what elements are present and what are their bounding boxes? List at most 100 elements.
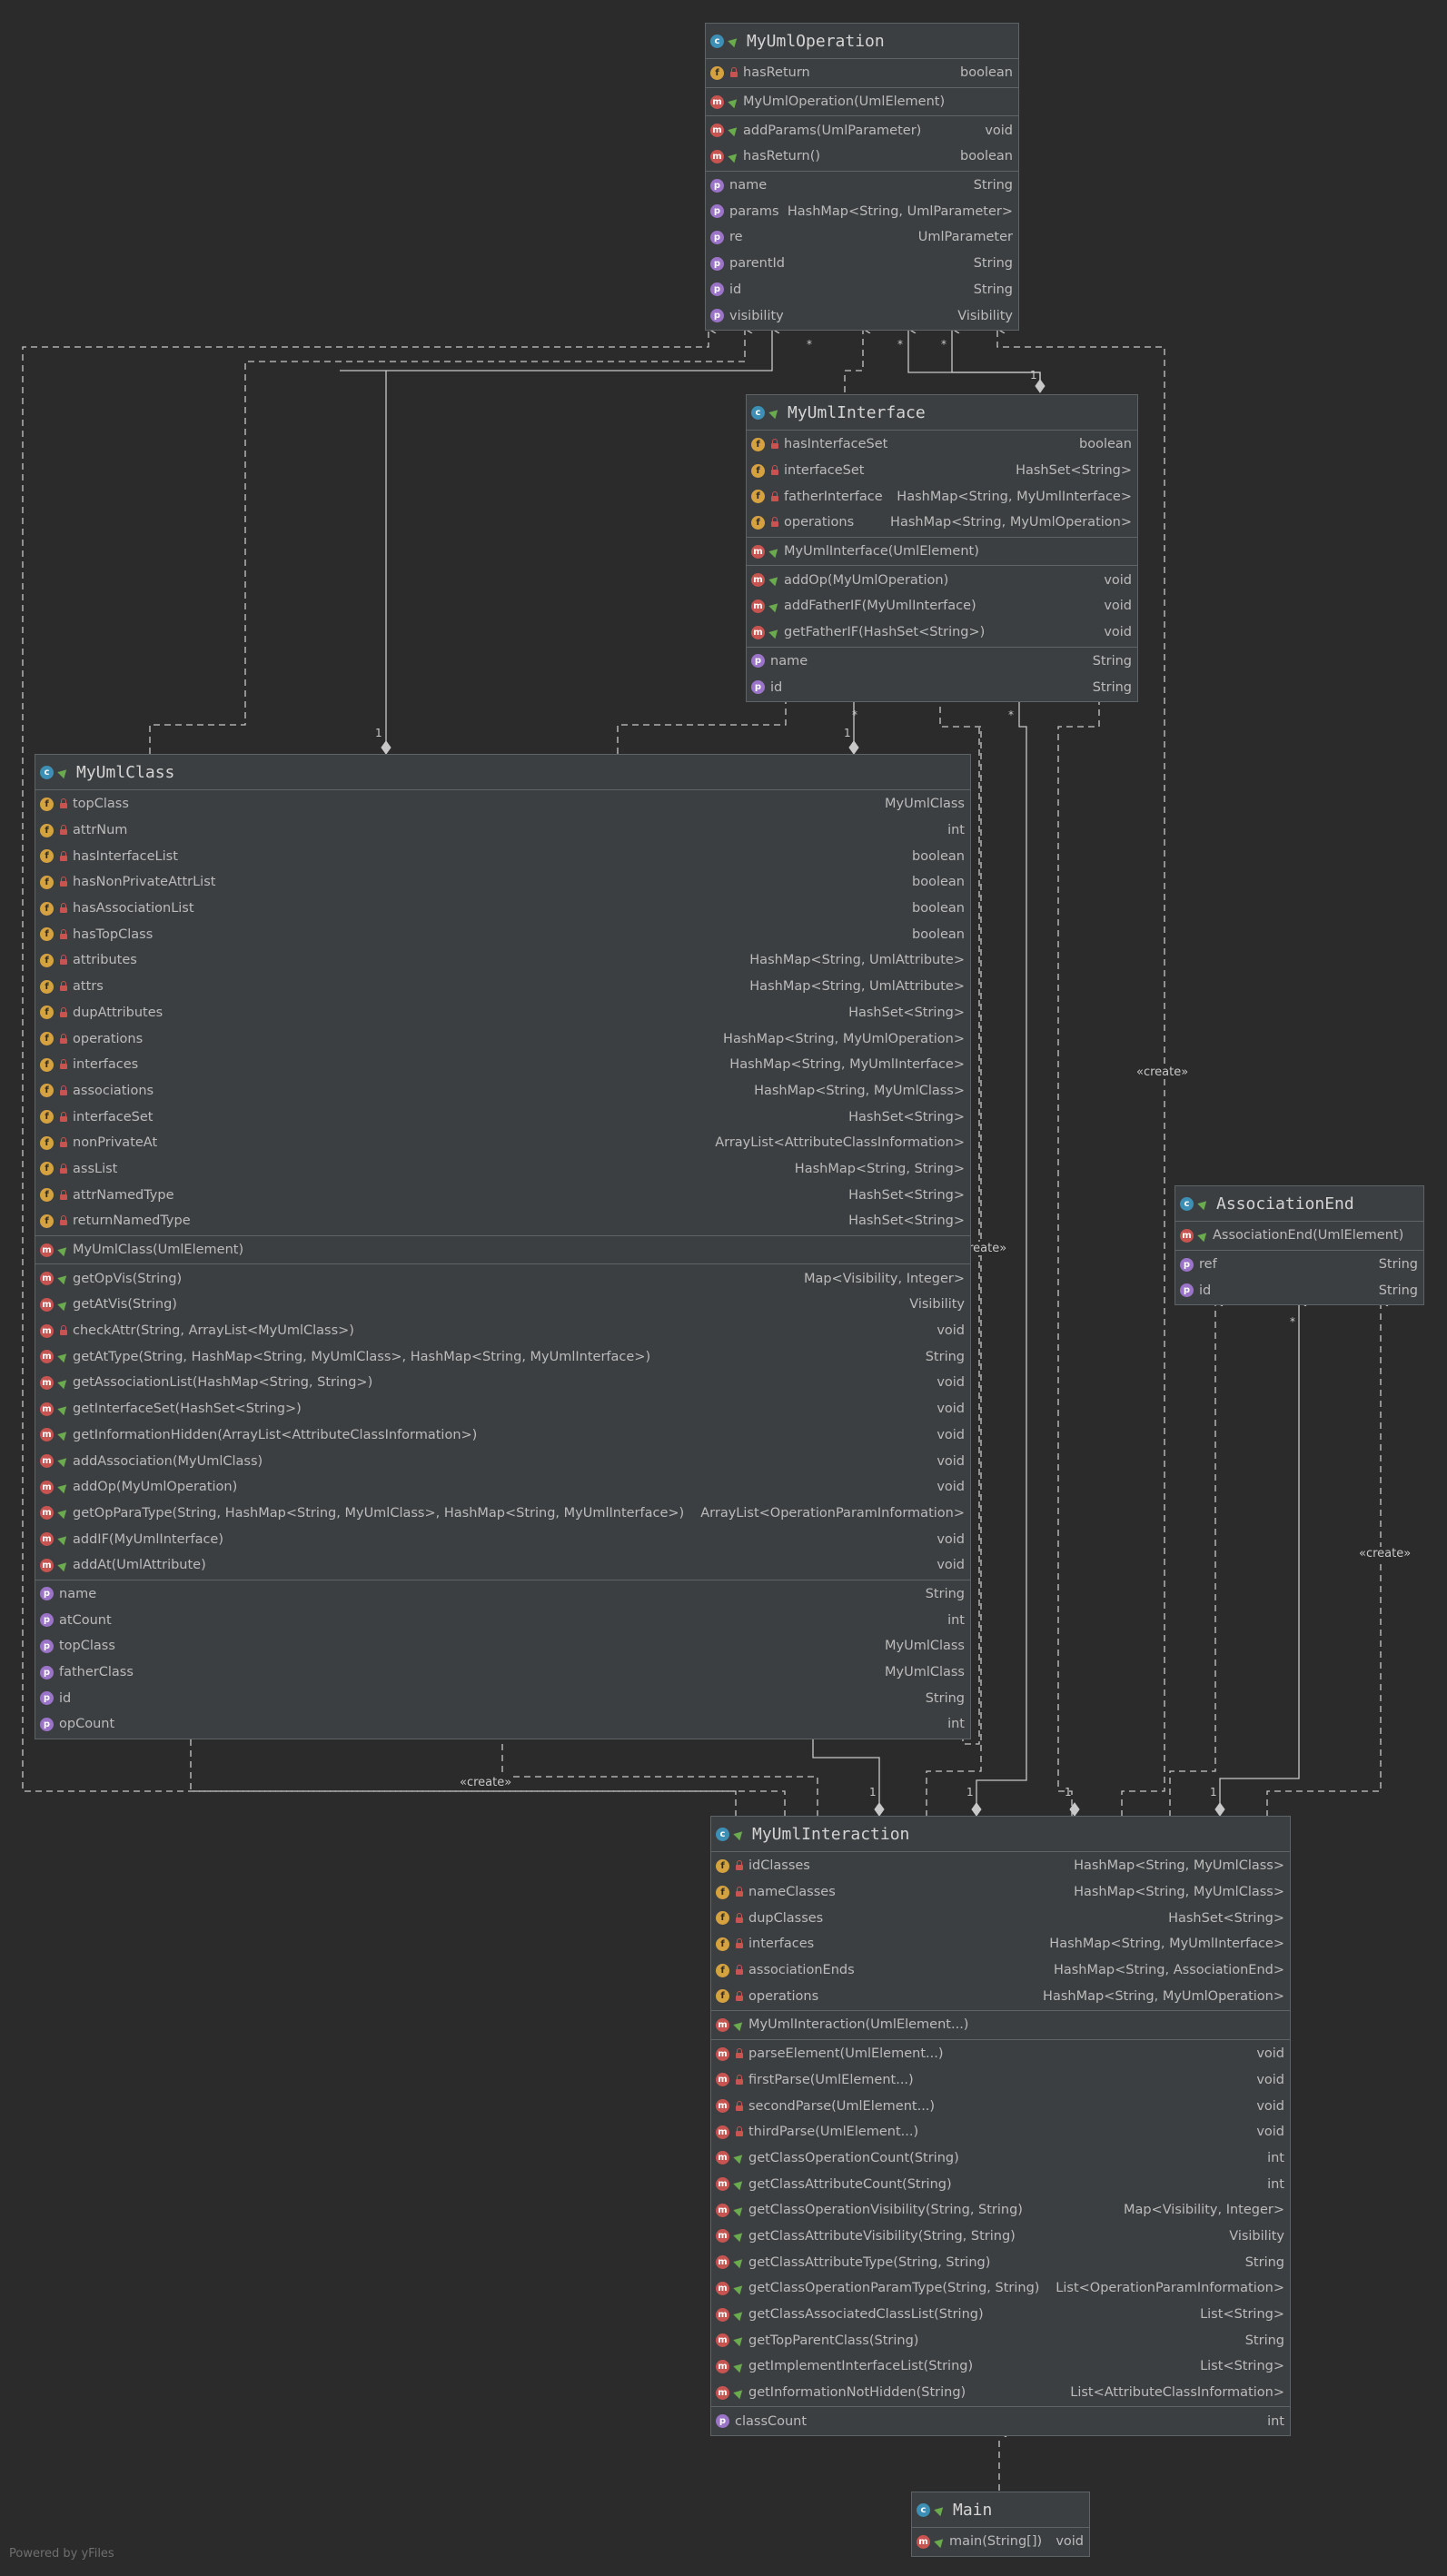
member-row-attributes[interactable]: f attributes HashMap<String, UmlAttribute> xyxy=(35,947,970,974)
member-row-main[interactable]: m main(String[]) void xyxy=(912,2529,1089,2555)
member-row-associationends[interactable]: f associationEnds HashMap<String, Associat… xyxy=(711,1957,1290,1984)
member-row-classcount[interactable]: p classCount int xyxy=(711,2408,1290,2434)
member-row-myumlinteraction[interactable]: m MyUmlInteraction(UmlElement...) xyxy=(711,2012,1290,2038)
member-row-checkattr[interactable]: m checkAttr(String, ArrayList<MyUmlClass>… xyxy=(35,1318,970,1344)
member-row-thirdparse[interactable]: m thirdParse(UmlElement...) void xyxy=(711,2119,1290,2145)
member-row-ref[interactable]: p ref String xyxy=(1175,1252,1423,1278)
class-header[interactable]: c MyUmlInteraction xyxy=(711,1817,1290,1852)
member-name: assList xyxy=(73,1161,118,1176)
member-section: m addParams(UmlParameter) void m hasReturn()… xyxy=(706,116,1018,172)
member-row-getopparatype[interactable]: m getOpParaType(String, HashMap<String, M… xyxy=(35,1501,970,1527)
member-row-interfaces[interactable]: f interfaces HashMap<String, MyUmlInterfac… xyxy=(711,1931,1290,1957)
member-row-params[interactable]: p params HashMap<String, UmlParameter> xyxy=(706,198,1018,224)
class-box-myumlinterface[interactable]: c MyUmlInterface f hasInterfaceSet boolean f i… xyxy=(746,394,1138,702)
member-row-nameclasses[interactable]: f nameClasses HashMap<String, MyUmlClass> xyxy=(711,1879,1290,1906)
member-name: getTopParentClass(String) xyxy=(748,2333,919,2348)
member-row-hasreturn[interactable]: f hasReturn boolean xyxy=(706,60,1018,86)
member-row-nonprivateat[interactable]: f nonPrivateAt ArrayList<AttributeClassInf… xyxy=(35,1130,970,1156)
member-row-interfaceset[interactable]: f interfaceSet HashSet<String> xyxy=(747,458,1137,484)
member-row-returnnamedtype[interactable]: f returnNamedType HashSet<String> xyxy=(35,1208,970,1234)
member-row-atcount[interactable]: p atCount int xyxy=(35,1607,970,1633)
member-row-parseelement[interactable]: m parseElement(UmlElement...) void xyxy=(711,2041,1290,2067)
class-box-myumlinteraction[interactable]: c MyUmlInteraction f idClasses HashMap<Strin… xyxy=(710,1816,1291,2437)
member-row-addat[interactable]: m addAt(UmlAttribute) void xyxy=(35,1552,970,1579)
member-row-getclassattributevisibility[interactable]: m getClassAttributeVisibility(String, Str… xyxy=(711,2224,1290,2250)
member-row-re[interactable]: p re UmlParameter xyxy=(706,224,1018,251)
member-row-myumlinterface[interactable]: m MyUmlInterface(UmlElement) xyxy=(747,539,1137,565)
member-row-hasassociationlist[interactable]: f hasAssociationList boolean xyxy=(35,896,970,922)
class-header[interactable]: c AssociationEnd xyxy=(1175,1186,1423,1222)
member-row-name[interactable]: p name String xyxy=(747,649,1137,675)
member-row-getclassassociatedclasslist[interactable]: m getClassAssociatedClassList(String) List… xyxy=(711,2302,1290,2328)
member-row-addop[interactable]: m addOp(MyUmlOperation) void xyxy=(35,1474,970,1501)
member-row-addassociation[interactable]: m addAssociation(MyUmlClass) void xyxy=(35,1448,970,1474)
member-row-fatherclass[interactable]: p fatherClass MyUmlClass xyxy=(35,1660,970,1686)
class-header[interactable]: c MyUmlClass xyxy=(35,755,970,790)
member-row-getassociationlist[interactable]: m getAssociationList(HashMap<String, Stri… xyxy=(35,1370,970,1396)
member-row-hasnonprivateattrlist[interactable]: f hasNonPrivateAttrList boolean xyxy=(35,869,970,896)
member-row-getclassattributecount[interactable]: m getClassAttributeCount(String) int xyxy=(711,2171,1290,2197)
member-row-secondparse[interactable]: m secondParse(UmlElement...) void xyxy=(711,2093,1290,2119)
member-row-addparams[interactable]: m addParams(UmlParameter) void xyxy=(706,117,1018,144)
member-row-hastopclass[interactable]: f hasTopClass boolean xyxy=(35,921,970,947)
member-row-addfatherif[interactable]: m addFatherIF(MyUmlInterface) void xyxy=(747,593,1137,619)
class-box-myumlclass[interactable]: c MyUmlClass f topClass MyUmlClass f attrNum in… xyxy=(35,754,971,1739)
member-row-asslist[interactable]: f assList HashMap<String, String> xyxy=(35,1156,970,1183)
member-row-name[interactable]: p name String xyxy=(706,173,1018,199)
member-row-firstparse[interactable]: m firstParse(UmlElement...) void xyxy=(711,2067,1290,2094)
member-row-hasinterfaceset[interactable]: f hasInterfaceSet boolean xyxy=(747,431,1137,458)
member-row-operations[interactable]: f operations HashMap<String, MyUmlOperatio… xyxy=(35,1025,970,1052)
member-row-attrnum[interactable]: f attrNum int xyxy=(35,817,970,844)
member-row-getclassoperationvisibility[interactable]: m getClassOperationVisibility(String, Str… xyxy=(711,2197,1290,2224)
member-row-idclasses[interactable]: f idClasses HashMap<String, MyUmlClass> xyxy=(711,1853,1290,1879)
member-row-topclass[interactable]: p topClass MyUmlClass xyxy=(35,1633,970,1660)
member-row-id[interactable]: p id String xyxy=(35,1685,970,1711)
member-row-id[interactable]: p id String xyxy=(1175,1277,1423,1303)
member-row-interfaceset[interactable]: f interfaceSet HashSet<String> xyxy=(35,1104,970,1130)
member-row-getfatherif[interactable]: m getFatherIF(HashSet<String>) void xyxy=(747,619,1137,646)
member-row-getinterfaceset[interactable]: m getInterfaceSet(HashSet<String>) void xyxy=(35,1396,970,1422)
class-header[interactable]: c MyUmlOperation xyxy=(706,24,1018,59)
member-row-myumlclass[interactable]: m MyUmlClass(UmlElement) xyxy=(35,1237,970,1263)
member-row-myumloperation[interactable]: m MyUmlOperation(UmlElement) xyxy=(706,89,1018,115)
member-row-getopvis[interactable]: m getOpVis(String) Map<Visibility, Integer… xyxy=(35,1265,970,1292)
class-box-myumloperation[interactable]: c MyUmlOperation f hasReturn boolean m MyUmlOp… xyxy=(705,23,1019,331)
member-row-visibility[interactable]: p visibility Visibility xyxy=(706,302,1018,329)
class-header[interactable]: c Main xyxy=(912,2492,1089,2528)
member-row-attrnamedtype[interactable]: f attrNamedType HashSet<String> xyxy=(35,1182,970,1208)
member-row-operations[interactable]: f operations HashMap<String, MyUmlOperatio… xyxy=(711,1983,1290,2009)
member-row-associations[interactable]: f associations HashMap<String, MyUmlClass> xyxy=(35,1078,970,1105)
public-visibility-icon xyxy=(57,1351,70,1363)
member-row-id[interactable]: p id String xyxy=(747,674,1137,700)
class-header[interactable]: c MyUmlInterface xyxy=(747,395,1137,431)
member-row-id[interactable]: p id String xyxy=(706,277,1018,303)
class-box-associationend[interactable]: c AssociationEnd m AssociationEnd(UmlElemen… xyxy=(1174,1185,1424,1306)
member-row-getatvis[interactable]: m getAtVis(String) Visibility xyxy=(35,1292,970,1318)
member-row-topclass[interactable]: f topClass MyUmlClass xyxy=(35,791,970,817)
member-row-fatherinterface[interactable]: f fatherInterface HashMap<String, MyUmlInt… xyxy=(747,483,1137,510)
member-name: getClassAttributeCount(String) xyxy=(748,2176,952,2192)
member-row-attrs[interactable]: f attrs HashMap<String, UmlAttribute> xyxy=(35,974,970,1000)
member-row-hasreturn[interactable]: m hasReturn() boolean xyxy=(706,144,1018,170)
member-row-opcount[interactable]: p opCount int xyxy=(35,1711,970,1738)
public-visibility-icon xyxy=(57,1298,70,1312)
member-row-dupclasses[interactable]: f dupClasses HashSet<String> xyxy=(711,1905,1290,1931)
member-row-getclassoperationparamtype[interactable]: m getClassOperationParamType(String, Stri… xyxy=(711,2275,1290,2302)
member-row-addif[interactable]: m addIF(MyUmlInterface) void xyxy=(35,1526,970,1552)
member-row-getinformationnothidden[interactable]: m getInformationNotHidden(String) List<Att… xyxy=(711,2380,1290,2406)
member-row-associationend[interactable]: m AssociationEnd(UmlElement) xyxy=(1175,1223,1423,1249)
member-row-parentid[interactable]: p parentId String xyxy=(706,251,1018,277)
member-row-gettopparentclass[interactable]: m getTopParentClass(String) String xyxy=(711,2327,1290,2353)
member-row-getattype[interactable]: m getAtType(String, HashMap<String, MyUml… xyxy=(35,1343,970,1370)
member-row-dupattributes[interactable]: f dupAttributes HashSet<String> xyxy=(35,1000,970,1026)
member-row-getclassoperationcount[interactable]: m getClassOperationCount(String) int xyxy=(711,2145,1290,2172)
member-row-interfaces[interactable]: f interfaces HashMap<String, MyUmlInterfac… xyxy=(35,1052,970,1078)
class-box-main[interactable]: c Main m main(String[]) void xyxy=(911,2492,1090,2557)
member-row-operations[interactable]: f operations HashMap<String, MyUmlOperatio… xyxy=(747,510,1137,536)
member-row-getclassattributetype[interactable]: m getClassAttributeType(String, String) St… xyxy=(711,2249,1290,2275)
member-row-name[interactable]: p name String xyxy=(35,1581,970,1608)
member-row-getimplementinterfacelist[interactable]: m getImplementInterfaceList(String) List<S… xyxy=(711,2353,1290,2380)
member-row-getinformationhidden[interactable]: m getInformationHidden(ArrayList<Attribut… xyxy=(35,1422,970,1449)
member-row-hasinterfacelist[interactable]: f hasInterfaceList boolean xyxy=(35,843,970,869)
member-row-addop[interactable]: m addOp(MyUmlOperation) void xyxy=(747,567,1137,593)
